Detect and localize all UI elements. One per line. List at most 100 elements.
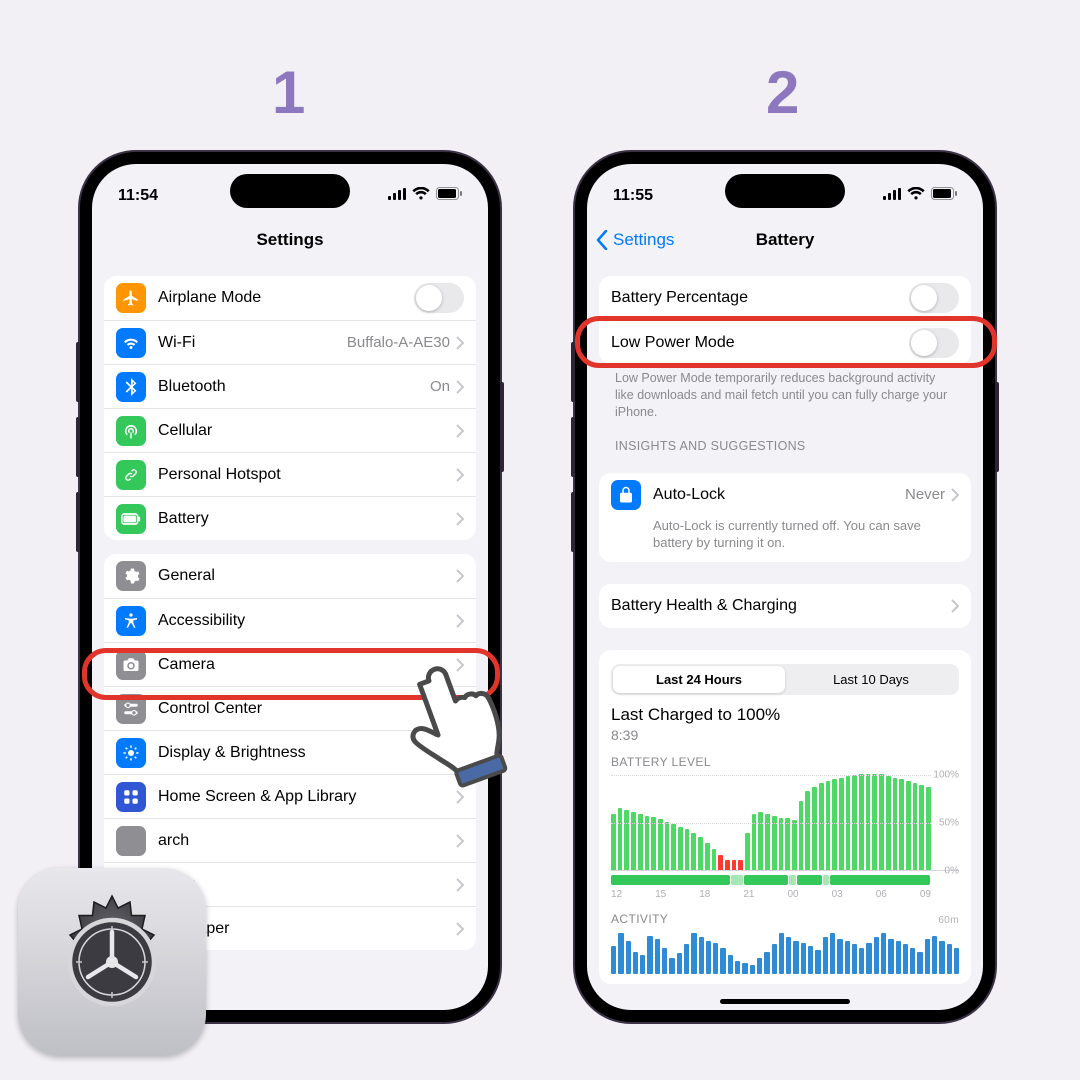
row-battery-percentage[interactable]: Battery Percentage	[599, 276, 971, 320]
seg-last-24h[interactable]: Last 24 Hours	[613, 666, 785, 693]
low-power-footer: Low Power Mode temporarily reduces backg…	[599, 364, 971, 421]
x-tick: 15	[655, 889, 666, 900]
status-time: 11:55	[613, 187, 653, 205]
battery-bar	[718, 855, 723, 869]
row-search[interactable]: arch	[104, 818, 476, 862]
auto-lock-subtext: Auto-Lock is currently turned off. You c…	[599, 517, 971, 562]
dynamic-island	[230, 174, 350, 208]
battery-bar	[705, 843, 710, 870]
row-auto-lock[interactable]: Auto-Lock Never	[599, 473, 971, 517]
activity-bar	[735, 961, 740, 974]
battery-bar	[645, 816, 650, 870]
battery-toggles-group: Battery Percentage Low Power Mode	[599, 276, 971, 364]
settings-group-connectivity: Airplane Mode Wi-Fi Buffalo-A-AE30 Bluet…	[104, 276, 476, 540]
battery-bar	[651, 817, 656, 870]
activity-bar	[626, 941, 631, 974]
row-airplane-mode[interactable]: Airplane Mode	[104, 276, 476, 320]
nav-bar: Settings	[92, 218, 488, 262]
battery-bar	[859, 774, 864, 870]
activity-bar	[655, 939, 660, 974]
search-icon	[116, 826, 146, 856]
row-label: General	[158, 567, 456, 585]
activity-bar	[917, 952, 922, 974]
time-range-segmented[interactable]: Last 24 Hours Last 10 Days	[611, 664, 959, 695]
battery-bar	[665, 822, 670, 870]
battery-bar	[879, 774, 884, 870]
activity-bar	[888, 939, 893, 974]
last-charged-time: 8:39	[611, 727, 959, 743]
row-personal-hotspot[interactable]: Personal Hotspot	[104, 452, 476, 496]
charging-timeline	[611, 875, 931, 885]
activity-bar	[939, 941, 944, 974]
back-button[interactable]: Settings	[587, 230, 674, 250]
battery-bar	[678, 827, 683, 870]
battery-icon	[116, 504, 146, 534]
activity-bar	[881, 933, 886, 973]
row-low-power-mode[interactable]: Low Power Mode	[599, 320, 971, 364]
battery-bar	[685, 829, 690, 869]
row-label: Low Power Mode	[611, 334, 909, 352]
seg-last-10d[interactable]: Last 10 Days	[785, 666, 957, 693]
row-label: Battery	[158, 510, 456, 528]
battery-bar	[745, 833, 750, 869]
wifi-icon	[412, 187, 430, 205]
activity-bar	[837, 939, 842, 974]
chevron-right-icon	[456, 922, 464, 936]
battery-percentage-toggle[interactable]	[909, 283, 959, 313]
activity-bar	[691, 933, 696, 973]
camera-icon	[116, 650, 146, 680]
cellular-signal-icon	[388, 187, 406, 205]
activity-bar	[932, 936, 937, 974]
battery-bar	[618, 808, 623, 869]
row-label: Personal Hotspot	[158, 466, 456, 484]
activity-bar	[633, 952, 638, 974]
battery-bar	[832, 779, 837, 869]
row-accessibility[interactable]: Accessibility	[104, 598, 476, 642]
row-value: Never	[905, 486, 945, 503]
low-power-mode-toggle[interactable]	[909, 328, 959, 358]
row-general[interactable]: General	[104, 554, 476, 598]
insights-group: Auto-Lock Never Auto-Lock is currently t…	[599, 473, 971, 562]
battery-bar	[732, 860, 737, 870]
accessibility-icon	[116, 606, 146, 636]
settings-app-icon	[18, 868, 206, 1056]
chevron-right-icon	[456, 336, 464, 350]
activity-bar	[866, 943, 871, 974]
battery-level-header: BATTERY LEVEL	[611, 755, 959, 769]
battery-bar	[913, 783, 918, 869]
back-label: Settings	[613, 230, 674, 250]
activity-bar	[815, 950, 820, 973]
row-battery[interactable]: Battery	[104, 496, 476, 540]
battery-bar	[758, 812, 763, 870]
activity-bar	[852, 944, 857, 973]
activity-bar	[720, 948, 725, 974]
row-wifi[interactable]: Wi-Fi Buffalo-A-AE30	[104, 320, 476, 364]
row-battery-health[interactable]: Battery Health & Charging	[599, 584, 971, 628]
row-label: ndBy	[158, 876, 456, 894]
battery-bar	[671, 824, 676, 870]
home-indicator[interactable]	[720, 999, 850, 1004]
activity-bar	[772, 944, 777, 973]
row-value: Buffalo-A-AE30	[347, 334, 450, 351]
activity-bar	[757, 958, 762, 974]
battery-bar	[826, 781, 831, 869]
activity-bar	[954, 948, 959, 974]
row-cellular[interactable]: Cellular	[104, 408, 476, 452]
phone-frame-2: 11:55 Settings Battery	[575, 152, 995, 1022]
activity-bar	[713, 943, 718, 974]
airplane-toggle[interactable]	[414, 283, 464, 313]
grid-icon	[116, 782, 146, 812]
battery-bar	[805, 791, 810, 870]
chevron-right-icon	[456, 468, 464, 482]
battery-bar	[658, 819, 663, 870]
battery-bar	[772, 816, 777, 870]
last-charged-title: Last Charged to 100%	[611, 705, 959, 725]
activity-bar	[910, 948, 915, 974]
row-bluetooth[interactable]: Bluetooth On	[104, 364, 476, 408]
battery-level-chart: 100% 50% 0% 1215182100030609	[611, 775, 959, 900]
activity-bar	[618, 933, 623, 973]
activity-bar	[662, 948, 667, 974]
chevron-right-icon	[456, 512, 464, 526]
row-label: Bluetooth	[158, 378, 430, 396]
activity-bar	[677, 953, 682, 974]
